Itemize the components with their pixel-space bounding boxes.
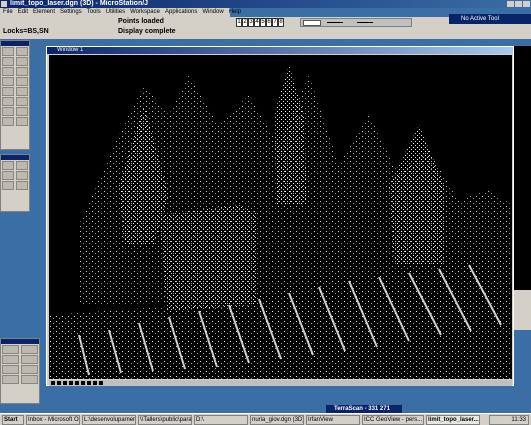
circle-tool-icon[interactable] bbox=[2, 67, 14, 76]
background-window bbox=[514, 46, 531, 291]
attribute-controls[interactable] bbox=[300, 18, 412, 27]
view-button-8[interactable]: 8 bbox=[278, 18, 284, 27]
taskbar-item[interactable]: nuria_giov.dgn (3D)... bbox=[250, 415, 304, 425]
fence-tool-icon[interactable] bbox=[15, 47, 28, 56]
view-window-title[interactable]: Window 1 bbox=[47, 47, 513, 54]
measure-point-icon[interactable] bbox=[15, 181, 28, 190]
status-message-1: Points loaded bbox=[118, 18, 164, 25]
dimension-tool-icon[interactable] bbox=[2, 97, 14, 106]
tool-settings-window[interactable]: No Active Tool bbox=[449, 14, 531, 24]
minimize-button[interactable] bbox=[507, 1, 514, 7]
cell-tool-icon[interactable] bbox=[15, 77, 28, 86]
rotate-view-icon[interactable] bbox=[81, 381, 85, 385]
clock: 11:33 bbox=[511, 417, 526, 423]
view-controls bbox=[49, 380, 512, 386]
microstation-icon bbox=[1, 1, 7, 7]
taskbar-item[interactable]: IrfanView bbox=[306, 415, 360, 425]
locks-status: Locks=BS,SN bbox=[3, 28, 49, 35]
line-weight-select[interactable] bbox=[357, 22, 373, 23]
points-tool-icon[interactable] bbox=[15, 171, 28, 180]
app-title-bar[interactable]: limit_topo_laser.dgn (3D) - MicroStation… bbox=[0, 0, 531, 8]
group-tool-icon[interactable] bbox=[15, 107, 28, 116]
taskbar: Start Inbox - Microsoft O... L:\desenvol… bbox=[0, 413, 531, 425]
window-area-icon[interactable] bbox=[69, 381, 73, 385]
point-tool-icon[interactable] bbox=[2, 87, 14, 96]
undo-icon[interactable] bbox=[20, 375, 38, 384]
taskbar-item[interactable]: L:\desenvolupamen... bbox=[82, 415, 136, 425]
taskbar-item[interactable]: D:\ bbox=[194, 415, 248, 425]
view-previous-icon[interactable] bbox=[93, 381, 97, 385]
line-style-select[interactable] bbox=[327, 22, 343, 23]
copy-icon[interactable] bbox=[20, 365, 38, 374]
point-cloud-render bbox=[49, 55, 512, 379]
manipulate-tool-icon[interactable] bbox=[2, 107, 14, 116]
polyline-tool-icon[interactable] bbox=[15, 57, 28, 66]
view-tool-icon[interactable] bbox=[2, 171, 14, 180]
menu-element[interactable]: Element bbox=[33, 8, 55, 17]
arc-tool-icon[interactable] bbox=[15, 67, 28, 76]
main-tool-palette bbox=[0, 40, 30, 150]
close-button[interactable] bbox=[523, 1, 530, 7]
measure-tool-icon[interactable] bbox=[15, 87, 28, 96]
modify-tool-icon[interactable] bbox=[15, 97, 28, 106]
zoom-in-icon[interactable] bbox=[57, 381, 61, 385]
terrascan-palette bbox=[0, 154, 30, 212]
point-cloud-viewport[interactable] bbox=[49, 55, 512, 379]
delete-tool-icon[interactable] bbox=[2, 117, 14, 126]
attributes-tool-icon[interactable] bbox=[15, 117, 28, 126]
menu-window[interactable]: Window bbox=[202, 8, 223, 17]
background-panel bbox=[514, 290, 531, 330]
app-title: limit_topo_laser.dgn (3D) - MicroStation… bbox=[10, 0, 149, 7]
new-file-icon[interactable] bbox=[2, 345, 19, 354]
menu-workspace[interactable]: Workspace bbox=[130, 8, 160, 17]
menu-utilities[interactable]: Utilities bbox=[106, 8, 125, 17]
terrascan-window-title[interactable]: TerraScan - 331 271 points bbox=[326, 405, 402, 420]
taskbar-item[interactable]: Inbox - Microsoft O... bbox=[26, 415, 80, 425]
update-view-icon[interactable] bbox=[51, 381, 55, 385]
start-button[interactable]: Start bbox=[2, 415, 24, 425]
zoom-out-icon[interactable] bbox=[63, 381, 67, 385]
menu-settings[interactable]: Settings bbox=[60, 8, 82, 17]
cut-icon[interactable] bbox=[2, 365, 19, 374]
standard-palette bbox=[0, 338, 40, 404]
level-select[interactable] bbox=[303, 20, 321, 26]
status-message-2: Display complete bbox=[118, 28, 176, 35]
pan-view-icon[interactable] bbox=[87, 381, 91, 385]
open-file-icon[interactable] bbox=[20, 345, 38, 354]
fit-view-icon[interactable] bbox=[75, 381, 79, 385]
menu-applications[interactable]: Applications bbox=[165, 8, 197, 17]
view-window[interactable]: Window 1 bbox=[46, 46, 514, 386]
taskbar-item-active[interactable]: limit_topo_laser... bbox=[426, 415, 480, 425]
display-tool-icon[interactable] bbox=[2, 181, 14, 190]
view-buttons: 1 2 3 4 5 6 7 8 bbox=[236, 18, 284, 27]
taskbar-item[interactable]: ICC GeoView - pers... bbox=[362, 415, 424, 425]
system-tray: 11:33 bbox=[489, 415, 529, 425]
save-file-icon[interactable] bbox=[2, 355, 19, 364]
menu-help[interactable]: Help bbox=[229, 8, 241, 17]
maximize-button[interactable] bbox=[515, 1, 522, 7]
menu-edit[interactable]: Edit bbox=[18, 8, 28, 17]
tool-settings-title: No Active Tool bbox=[461, 16, 499, 22]
view-next-icon[interactable] bbox=[99, 381, 103, 385]
taskbar-item[interactable]: \\Tallers\public\para\... bbox=[138, 415, 192, 425]
menu-bar: File Edit Element Settings Tools Utiliti… bbox=[0, 8, 241, 17]
line-tool-icon[interactable] bbox=[2, 57, 14, 66]
classify-tool-icon[interactable] bbox=[2, 161, 14, 170]
select-tool-icon[interactable] bbox=[2, 47, 14, 56]
print-icon[interactable] bbox=[20, 355, 38, 364]
text-tool-icon[interactable] bbox=[2, 77, 14, 86]
paste-icon[interactable] bbox=[2, 375, 19, 384]
section-tool-icon[interactable] bbox=[15, 161, 28, 170]
menu-file[interactable]: File bbox=[3, 8, 13, 17]
menu-tools[interactable]: Tools bbox=[87, 8, 101, 17]
